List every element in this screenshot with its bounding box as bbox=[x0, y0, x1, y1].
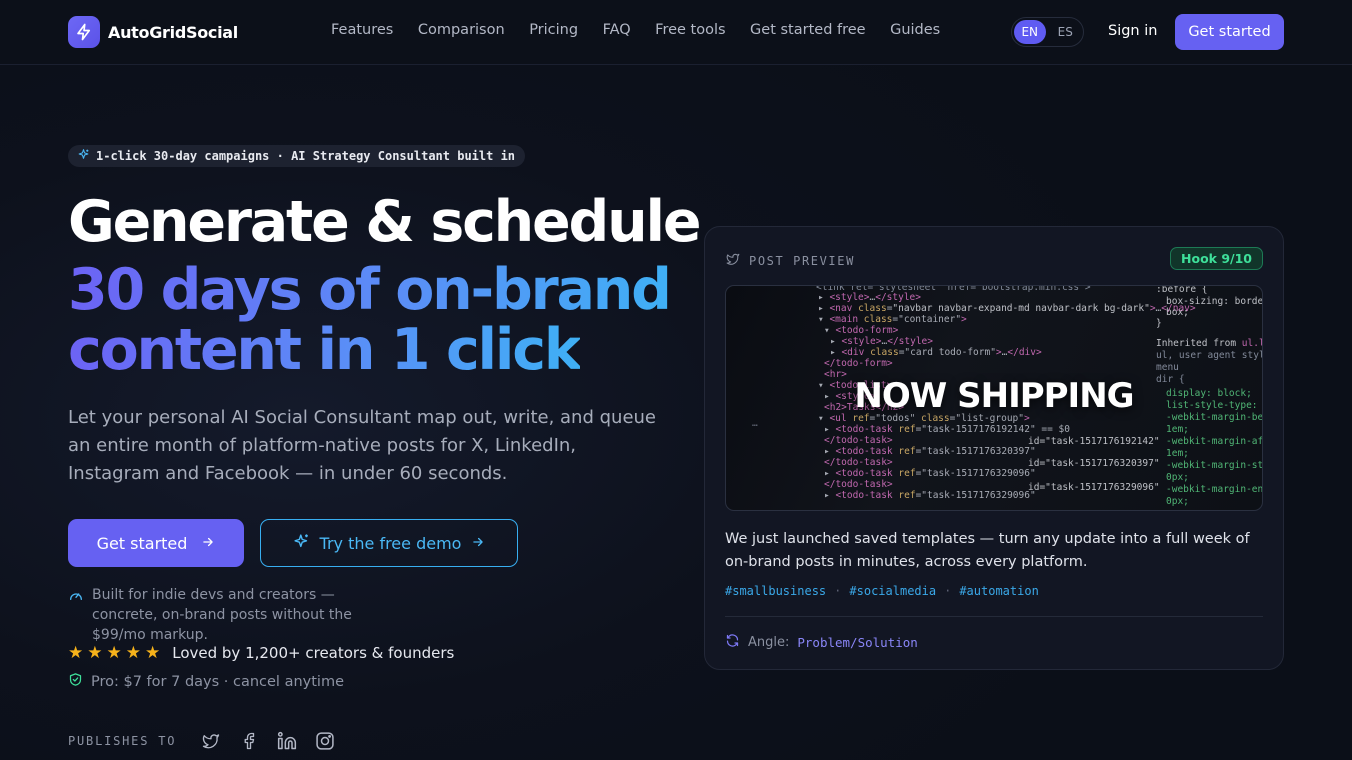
hero-badge: 1-click 30-day campaigns · AI Strategy C… bbox=[68, 145, 526, 167]
star-icon: ★ bbox=[125, 643, 141, 663]
shield-check-icon bbox=[68, 672, 83, 691]
post-preview-image: <link rel="stylesheet" href="bootstrap.m… bbox=[725, 285, 1263, 511]
gauge-icon bbox=[68, 585, 84, 645]
nav-link-faq[interactable]: FAQ bbox=[603, 22, 631, 38]
preview-headline: NOW SHIPPING bbox=[854, 376, 1134, 416]
nav-links: Features Comparison Pricing FAQ Free too… bbox=[331, 22, 940, 38]
refresh-icon[interactable] bbox=[725, 633, 740, 652]
star-icon: ★ bbox=[68, 643, 84, 663]
sparkle-icon bbox=[293, 533, 310, 554]
linkedin-icon bbox=[276, 730, 298, 752]
get-started-label: Get started bbox=[96, 533, 188, 553]
hero-title-line2: 30 days of on-brand bbox=[68, 257, 672, 323]
hook-score-badge: Hook 9/10 bbox=[1170, 247, 1263, 270]
hero-badge-text: 1-click 30-day campaigns · AI Strategy C… bbox=[96, 149, 516, 163]
brand-name: AutoGridSocial bbox=[108, 22, 238, 42]
facebook-icon bbox=[238, 730, 260, 752]
publishes-label: PUBLISHES TO bbox=[68, 734, 177, 748]
hero-lead: Let your personal AI Social Consultant m… bbox=[68, 407, 657, 484]
arrow-right-icon bbox=[201, 534, 215, 553]
twitter-icon bbox=[200, 730, 222, 752]
angle-row: Angle: Problem/Solution bbox=[725, 633, 918, 652]
nav-link-features[interactable]: Features bbox=[331, 22, 393, 38]
pro-pricing-text: Pro: $7 for 7 days · cancel anytime bbox=[91, 673, 344, 690]
angle-label: Angle: bbox=[748, 635, 790, 650]
hashtag[interactable]: #smallbusiness bbox=[725, 584, 826, 598]
nav-link-pricing[interactable]: Pricing bbox=[529, 22, 578, 38]
loved-by-text: Loved by 1,200+ creators & founders bbox=[172, 644, 455, 662]
top-nav: AutoGridSocial Features Comparison Prici… bbox=[0, 0, 1352, 65]
lang-es[interactable]: ES bbox=[1050, 20, 1082, 44]
tag-separator: · bbox=[944, 584, 952, 598]
twitter-icon bbox=[725, 251, 741, 270]
star-icon: ★ bbox=[106, 643, 122, 663]
tag-separator: · bbox=[834, 584, 842, 598]
nav-get-started-button[interactable]: Get started bbox=[1175, 14, 1284, 50]
pro-pricing-note: Pro: $7 for 7 days · cancel anytime bbox=[68, 672, 344, 691]
nav-link-get-started-free[interactable]: Get started free bbox=[750, 22, 866, 38]
language-switcher: EN ES bbox=[1011, 17, 1084, 47]
post-preview-label: POST PREVIEW bbox=[749, 253, 855, 268]
try-demo-label: Try the free demo bbox=[319, 533, 462, 553]
brand-logo[interactable]: AutoGridSocial bbox=[68, 16, 238, 48]
card-header: POST PREVIEW bbox=[725, 251, 855, 270]
hero-title-line3: content in 1 click bbox=[68, 317, 582, 383]
nav-link-comparison[interactable]: Comparison bbox=[418, 22, 505, 38]
post-text: We just launched saved templates — turn … bbox=[725, 531, 1250, 570]
angle-value: Problem/Solution bbox=[797, 635, 918, 650]
try-demo-button[interactable]: Try the free demo bbox=[260, 519, 518, 567]
post-preview-card: POST PREVIEW Hook 9/10 <link rel="styles… bbox=[704, 226, 1284, 670]
rating-row: ★ ★ ★ ★ ★ Loved by 1,200+ creators & fou… bbox=[68, 644, 454, 662]
get-started-button[interactable]: Get started bbox=[68, 519, 244, 567]
sparkle-icon bbox=[77, 148, 90, 164]
lang-en[interactable]: EN bbox=[1014, 20, 1046, 44]
nav-link-free-tools[interactable]: Free tools bbox=[655, 22, 725, 38]
hashtags: #smallbusiness · #socialmedia · #automat… bbox=[725, 584, 1039, 598]
card-divider bbox=[725, 616, 1263, 617]
built-for-text: Built for indie devs and creators — conc… bbox=[92, 587, 352, 643]
hero-title-line1: Generate & schedule bbox=[68, 189, 701, 255]
hashtag[interactable]: #socialmedia bbox=[849, 584, 936, 598]
hashtag[interactable]: #automation bbox=[959, 584, 1038, 598]
arrow-right-icon bbox=[471, 534, 485, 553]
publishes-to: PUBLISHES TO bbox=[68, 730, 336, 752]
built-for-note: Built for indie devs and creators — conc… bbox=[68, 585, 402, 645]
star-icon: ★ bbox=[145, 643, 161, 663]
instagram-icon bbox=[314, 730, 336, 752]
lightning-icon bbox=[68, 16, 100, 48]
nav-link-guides[interactable]: Guides bbox=[890, 22, 940, 38]
star-icon: ★ bbox=[87, 643, 103, 663]
sign-in-link[interactable]: Sign in bbox=[1108, 23, 1157, 39]
